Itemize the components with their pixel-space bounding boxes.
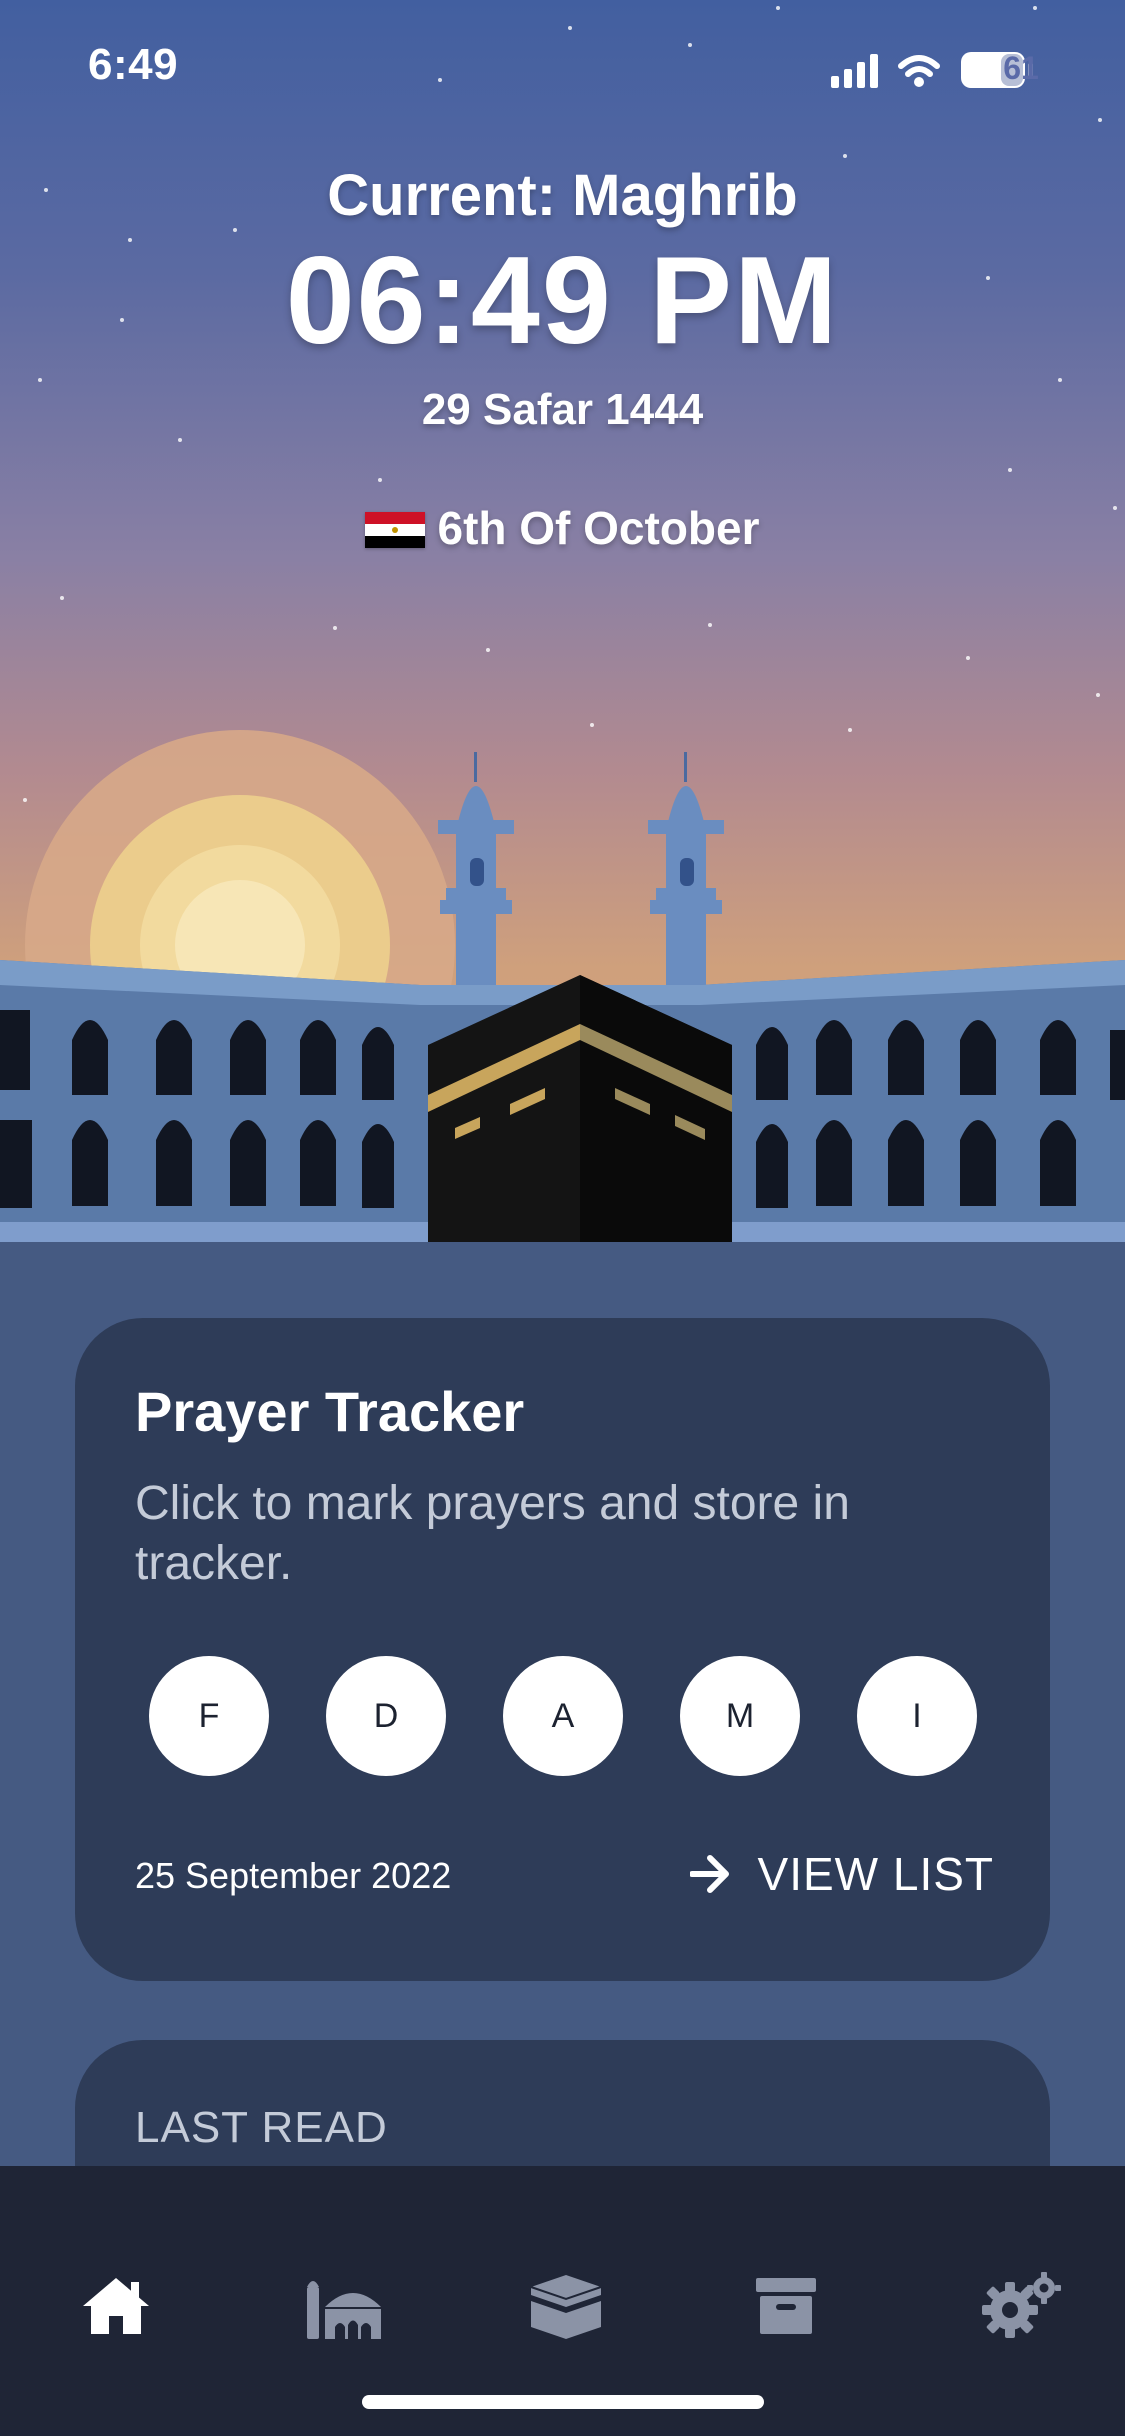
battery-level: 61	[1003, 50, 1039, 86]
tracker-date: 25 September 2022	[135, 1855, 452, 1896]
archive-icon	[756, 2278, 816, 2334]
hijri-date: 29 Safar 1444	[421, 385, 704, 434]
home-indicator	[362, 2395, 764, 2409]
view-list-button[interactable]: VIEW LIST	[689, 1846, 994, 1902]
tracker-title: Prayer Tracker	[135, 1380, 525, 1443]
prayer-button-maghrib[interactable]: M	[680, 1656, 800, 1776]
prayer-button-isha[interactable]: I	[857, 1656, 977, 1776]
tab-mosque[interactable]	[296, 2266, 396, 2346]
tracker-subtitle: Click to mark prayers and store in track…	[135, 1477, 850, 1590]
prayer-header: Current: Maghrib 06:49 PM 29 Safar 1444	[0, 160, 1125, 438]
arrow-right-icon	[689, 1855, 729, 1893]
egypt-flag-icon	[365, 512, 426, 548]
signal-icon	[831, 54, 878, 88]
prayer-button-asr[interactable]: A	[503, 1656, 623, 1776]
current-prayer: Current: Maghrib	[327, 163, 798, 228]
kaaba-icon	[530, 2275, 602, 2339]
home-icon	[83, 2278, 149, 2334]
hero-banner: 6:49 61 Current: Maghrib 06:49 PM 29 Saf…	[0, 0, 1125, 1242]
view-list-label: VIEW LIST	[757, 1848, 994, 1900]
location-selector[interactable]: 6th Of October	[0, 498, 1125, 558]
tab-archive[interactable]	[736, 2266, 836, 2346]
status-time: 6:49	[88, 40, 179, 89]
tab-kaaba[interactable]	[516, 2266, 616, 2346]
wifi-icon	[898, 55, 940, 77]
prayer-button-fajr[interactable]: F	[149, 1656, 269, 1776]
prayer-button-dhuhr[interactable]: D	[326, 1656, 446, 1776]
tab-settings[interactable]	[970, 2266, 1070, 2346]
location-name: 6th Of October	[437, 502, 760, 554]
status-bar: 6:49 61	[0, 0, 1125, 140]
prayer-buttons: F D A M I	[149, 1656, 977, 1776]
settings-gears-icon	[982, 2272, 1061, 2338]
last-read-label: LAST READ	[135, 2103, 388, 2152]
tab-home[interactable]	[66, 2266, 166, 2346]
prayer-tracker-card: Prayer Tracker Click to mark prayers and…	[75, 1318, 1050, 1981]
current-time: 06:49 PM	[285, 232, 840, 370]
mosque-icon	[307, 2281, 381, 2339]
